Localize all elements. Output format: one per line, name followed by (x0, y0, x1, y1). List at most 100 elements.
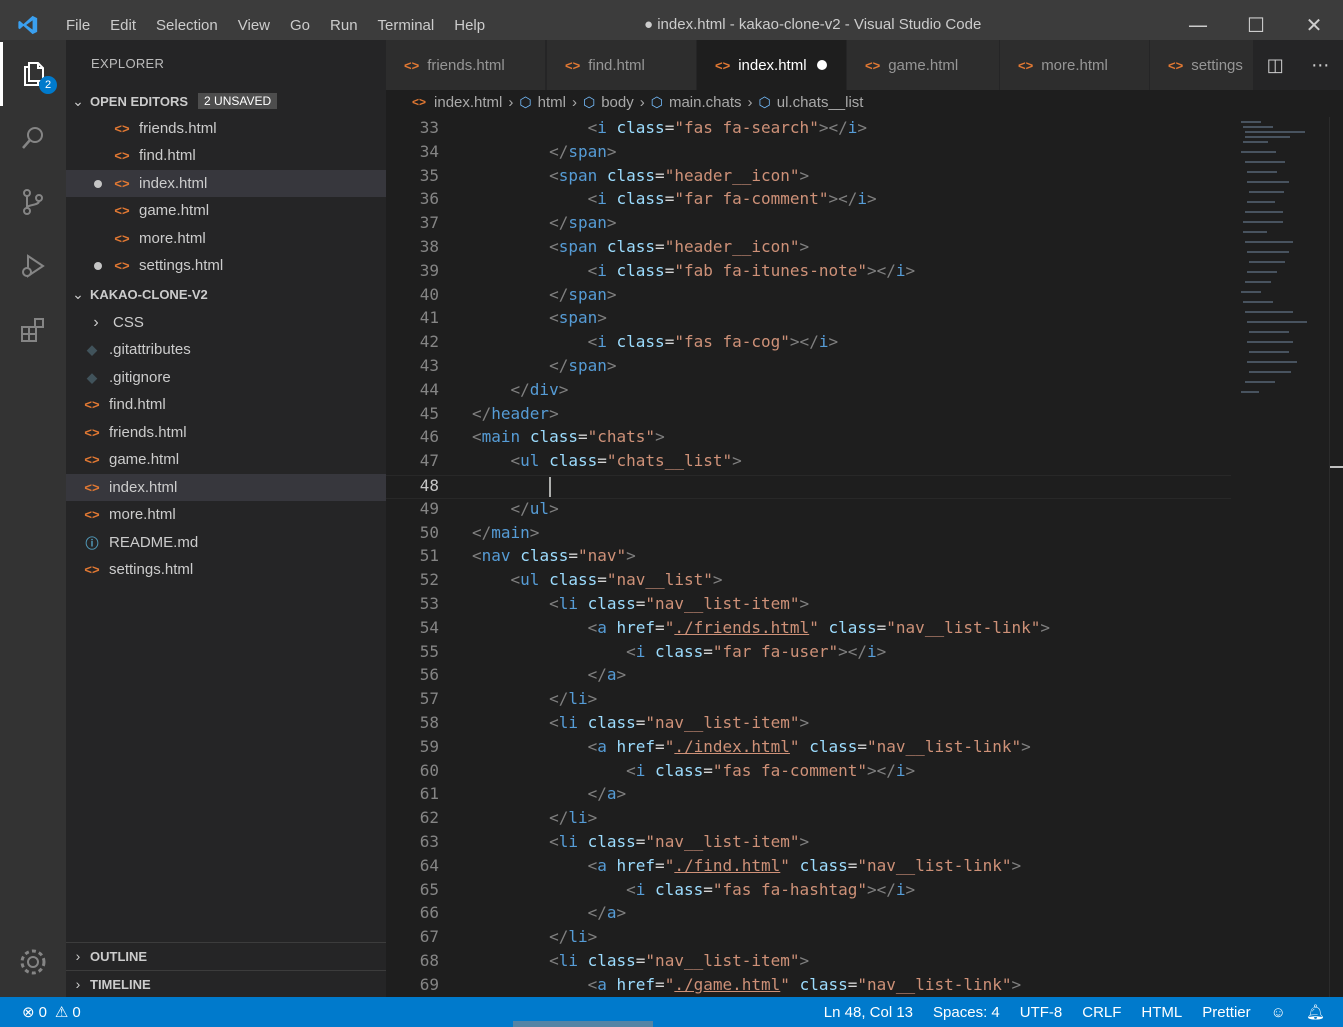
menu-go[interactable]: Go (280, 17, 320, 34)
open-editor-item[interactable]: <> more.html (66, 225, 386, 252)
line-number: 65 (419, 879, 439, 899)
run-debug-activity-button[interactable] (0, 234, 66, 298)
code-line: 53 <li class="nav__list-item"> (386, 594, 1231, 618)
tab-friends[interactable]: <> friends.html (386, 40, 546, 90)
vertical-scrollbar[interactable] (1329, 117, 1343, 997)
tree-item[interactable]: <> index.html (66, 474, 386, 501)
tree-item[interactable]: ◆ .gitattributes (66, 336, 386, 363)
feedback-icon[interactable]: ☺ (1271, 1004, 1286, 1021)
extensions-activity-button[interactable] (0, 298, 66, 362)
tree-item-label: CSS (113, 314, 144, 331)
tree-item[interactable]: <> find.html (66, 391, 386, 418)
explorer-activity-button[interactable]: 2 (0, 42, 66, 106)
line-number: 41 (419, 308, 439, 328)
code-line: 62 </li> (386, 808, 1231, 832)
line-number: 56 (419, 665, 439, 685)
code-editor[interactable]: 33 <i class="fas fa-search"></i> 34 </sp… (386, 117, 1231, 997)
open-editor-item[interactable]: <> find.html (66, 142, 386, 169)
breadcrumb-label: html (537, 93, 566, 111)
html-file-icon: <> (1018, 57, 1034, 73)
minimap[interactable] (1231, 117, 1329, 997)
breadcrumb-main[interactable]: ⬡ main.chats (651, 94, 742, 111)
breadcrumb-html[interactable]: ⬡ html (519, 94, 566, 111)
line-number: 35 (419, 165, 439, 185)
menu-run[interactable]: Run (320, 17, 368, 34)
tab-index[interactable]: <> index.html (697, 40, 847, 90)
line-number: 46 (419, 427, 439, 447)
tree-item[interactable]: <> more.html (66, 501, 386, 528)
breadcrumb: <> index.html › ⬡ html › ⬡ body › ⬡ main.cha… (386, 90, 1343, 114)
open-editors-header[interactable]: ⌄ OPEN EDITORS 2 UNSAVED (66, 88, 386, 114)
error-icon: ⊗ (22, 1004, 35, 1021)
code-text: </span> (549, 213, 617, 233)
tree-item-label: find.html (109, 396, 166, 413)
line-number: 61 (419, 784, 439, 804)
menu-file[interactable]: File (56, 17, 100, 34)
more-actions-icon[interactable]: ⋯ (1311, 55, 1329, 76)
tree-item[interactable]: <> friends.html (66, 419, 386, 446)
horizontal-scrollbar[interactable] (513, 1021, 653, 1027)
cursor-position[interactable]: Ln 48, Col 13 (824, 1004, 913, 1021)
open-editor-item[interactable]: <> settings.html (66, 252, 386, 279)
line-number: 38 (419, 237, 439, 256)
end-of-line[interactable]: CRLF (1082, 1004, 1121, 1021)
git-file-icon: ◆ (87, 341, 97, 357)
language-mode[interactable]: HTML (1141, 1004, 1182, 1021)
menu-selection[interactable]: Selection (146, 17, 228, 34)
tab-more[interactable]: <> more.html (1000, 40, 1150, 90)
tree-item[interactable]: ⓘ README.md (66, 529, 386, 556)
code-text: <nav class="nav"> (472, 546, 636, 566)
menu-view[interactable]: View (228, 17, 280, 34)
code-line: 60 <i class="fas fa-comment"></i> (386, 761, 1231, 785)
code-line: 33 <i class="fas fa-search"></i> (386, 118, 1231, 142)
source-control-activity-button[interactable] (0, 170, 66, 234)
tab-game[interactable]: <> game.html (847, 40, 1000, 90)
open-editor-item[interactable]: <> friends.html (66, 115, 386, 142)
code-line: 47 <ul class="chats__list"> (386, 451, 1231, 475)
tree-item[interactable]: ◆ .gitignore (66, 364, 386, 391)
project-header[interactable]: ⌄ KAKAO-CLONE-V2 (66, 281, 386, 307)
settings-activity-button[interactable] (0, 930, 66, 994)
line-number: 55 (419, 641, 439, 661)
menu-help[interactable]: Help (444, 17, 495, 34)
tree-item-folder[interactable]: › CSS (66, 309, 386, 336)
line-number: 47 (419, 451, 439, 471)
search-activity-button[interactable] (0, 106, 66, 170)
open-editor-item[interactable]: <> game.html (66, 197, 386, 224)
unsaved-dot-icon[interactable] (816, 60, 827, 70)
html-file-icon: <> (412, 95, 427, 109)
code-text: <span class="header__icon"> (549, 165, 810, 185)
tab-find[interactable]: <> find.html (547, 40, 697, 90)
extensions-icon (21, 318, 44, 342)
menu-terminal[interactable]: Terminal (368, 17, 445, 34)
breadcrumb-file[interactable]: <> index.html (412, 94, 502, 111)
tree-item-label: settings.html (109, 561, 194, 578)
code-line-current: 48 (386, 475, 1231, 499)
code-line: 55 <i class="far fa-user"></i> (386, 642, 1231, 666)
outline-header[interactable]: › OUTLINE (66, 943, 386, 969)
chevron-down-icon: ⌄ (72, 285, 84, 302)
menu-edit[interactable]: Edit (100, 17, 146, 34)
code-text: <i class="fas fa-hashtag"></i> (626, 879, 916, 899)
notifications-bell-icon[interactable]: 🔔︎ (1306, 1003, 1325, 1021)
error-count: 0 (38, 1003, 47, 1021)
timeline-header[interactable]: › TIMELINE (66, 971, 386, 997)
tree-item[interactable]: <> settings.html (66, 556, 386, 583)
line-number: 54 (419, 617, 439, 637)
breadcrumb-body[interactable]: ⬡ body (583, 94, 634, 111)
line-number: 64 (419, 855, 439, 875)
symbol-cube-icon: ⬡ (582, 93, 596, 110)
indentation[interactable]: Spaces: 4 (933, 1004, 1000, 1021)
tree-item[interactable]: <> game.html (66, 446, 386, 473)
breadcrumb-ul[interactable]: ⬡ ul.chats__list (759, 94, 864, 111)
problems-indicator[interactable]: ⊗ 0 ⚠ 0 (22, 997, 81, 1027)
tab-settings[interactable]: <> settings (1150, 40, 1260, 90)
open-editor-item[interactable]: <> index.html (66, 170, 386, 197)
html-file-icon: <> (114, 176, 130, 191)
split-editor-icon[interactable]: ◫ (1267, 55, 1284, 76)
line-number: 50 (419, 522, 439, 542)
line-number: 49 (419, 498, 439, 518)
html-file-icon: <> (114, 231, 130, 246)
encoding[interactable]: UTF-8 (1020, 1004, 1063, 1021)
prettier-status[interactable]: Prettier (1202, 1004, 1250, 1021)
